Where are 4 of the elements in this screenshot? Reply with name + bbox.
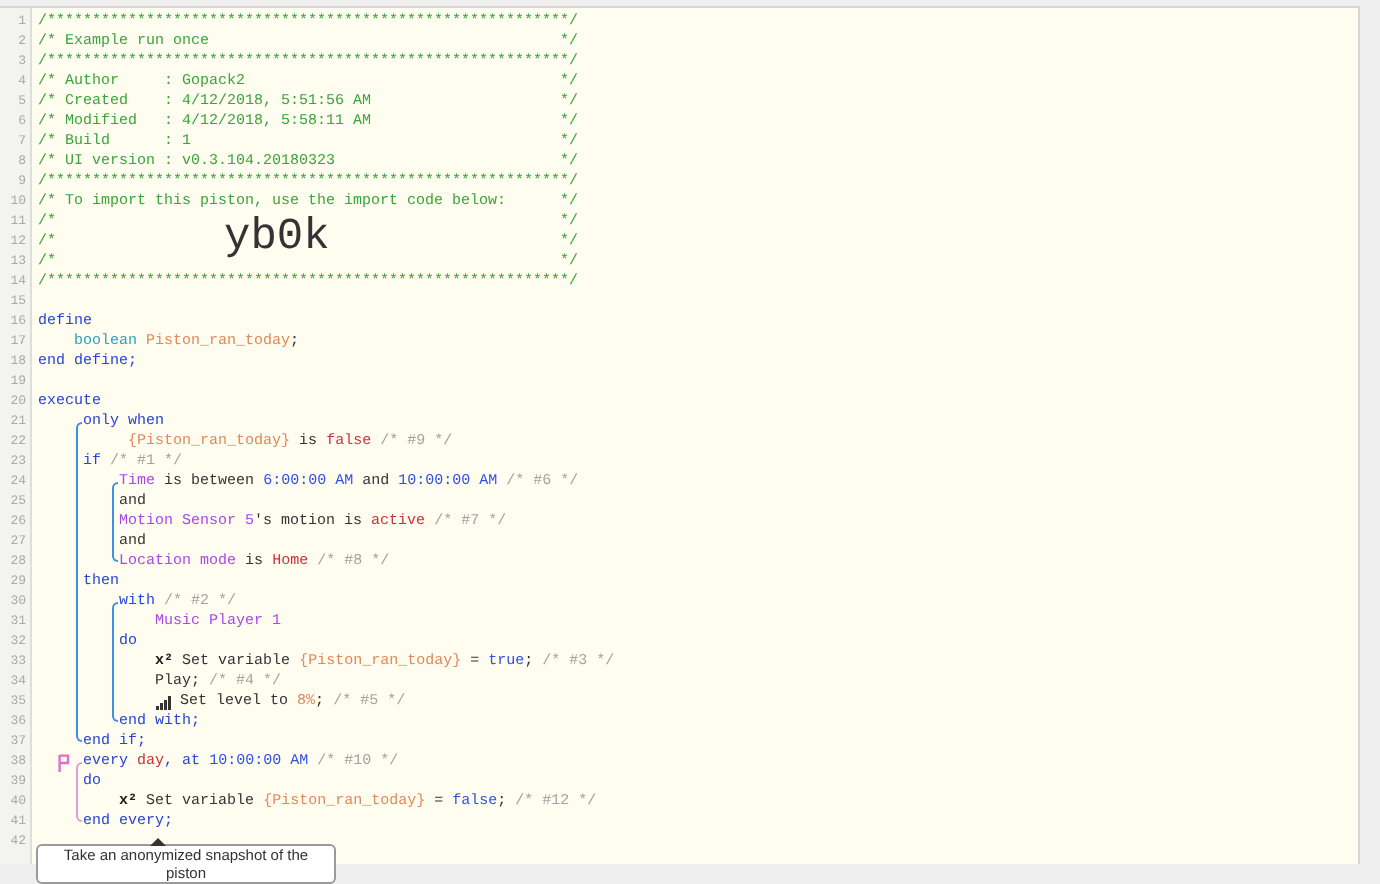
tooltip-arrow-icon bbox=[150, 838, 166, 846]
signal-bars-icon bbox=[155, 695, 171, 709]
code-editor[interactable] bbox=[0, 6, 1360, 864]
import-code: yb0k bbox=[224, 216, 330, 260]
